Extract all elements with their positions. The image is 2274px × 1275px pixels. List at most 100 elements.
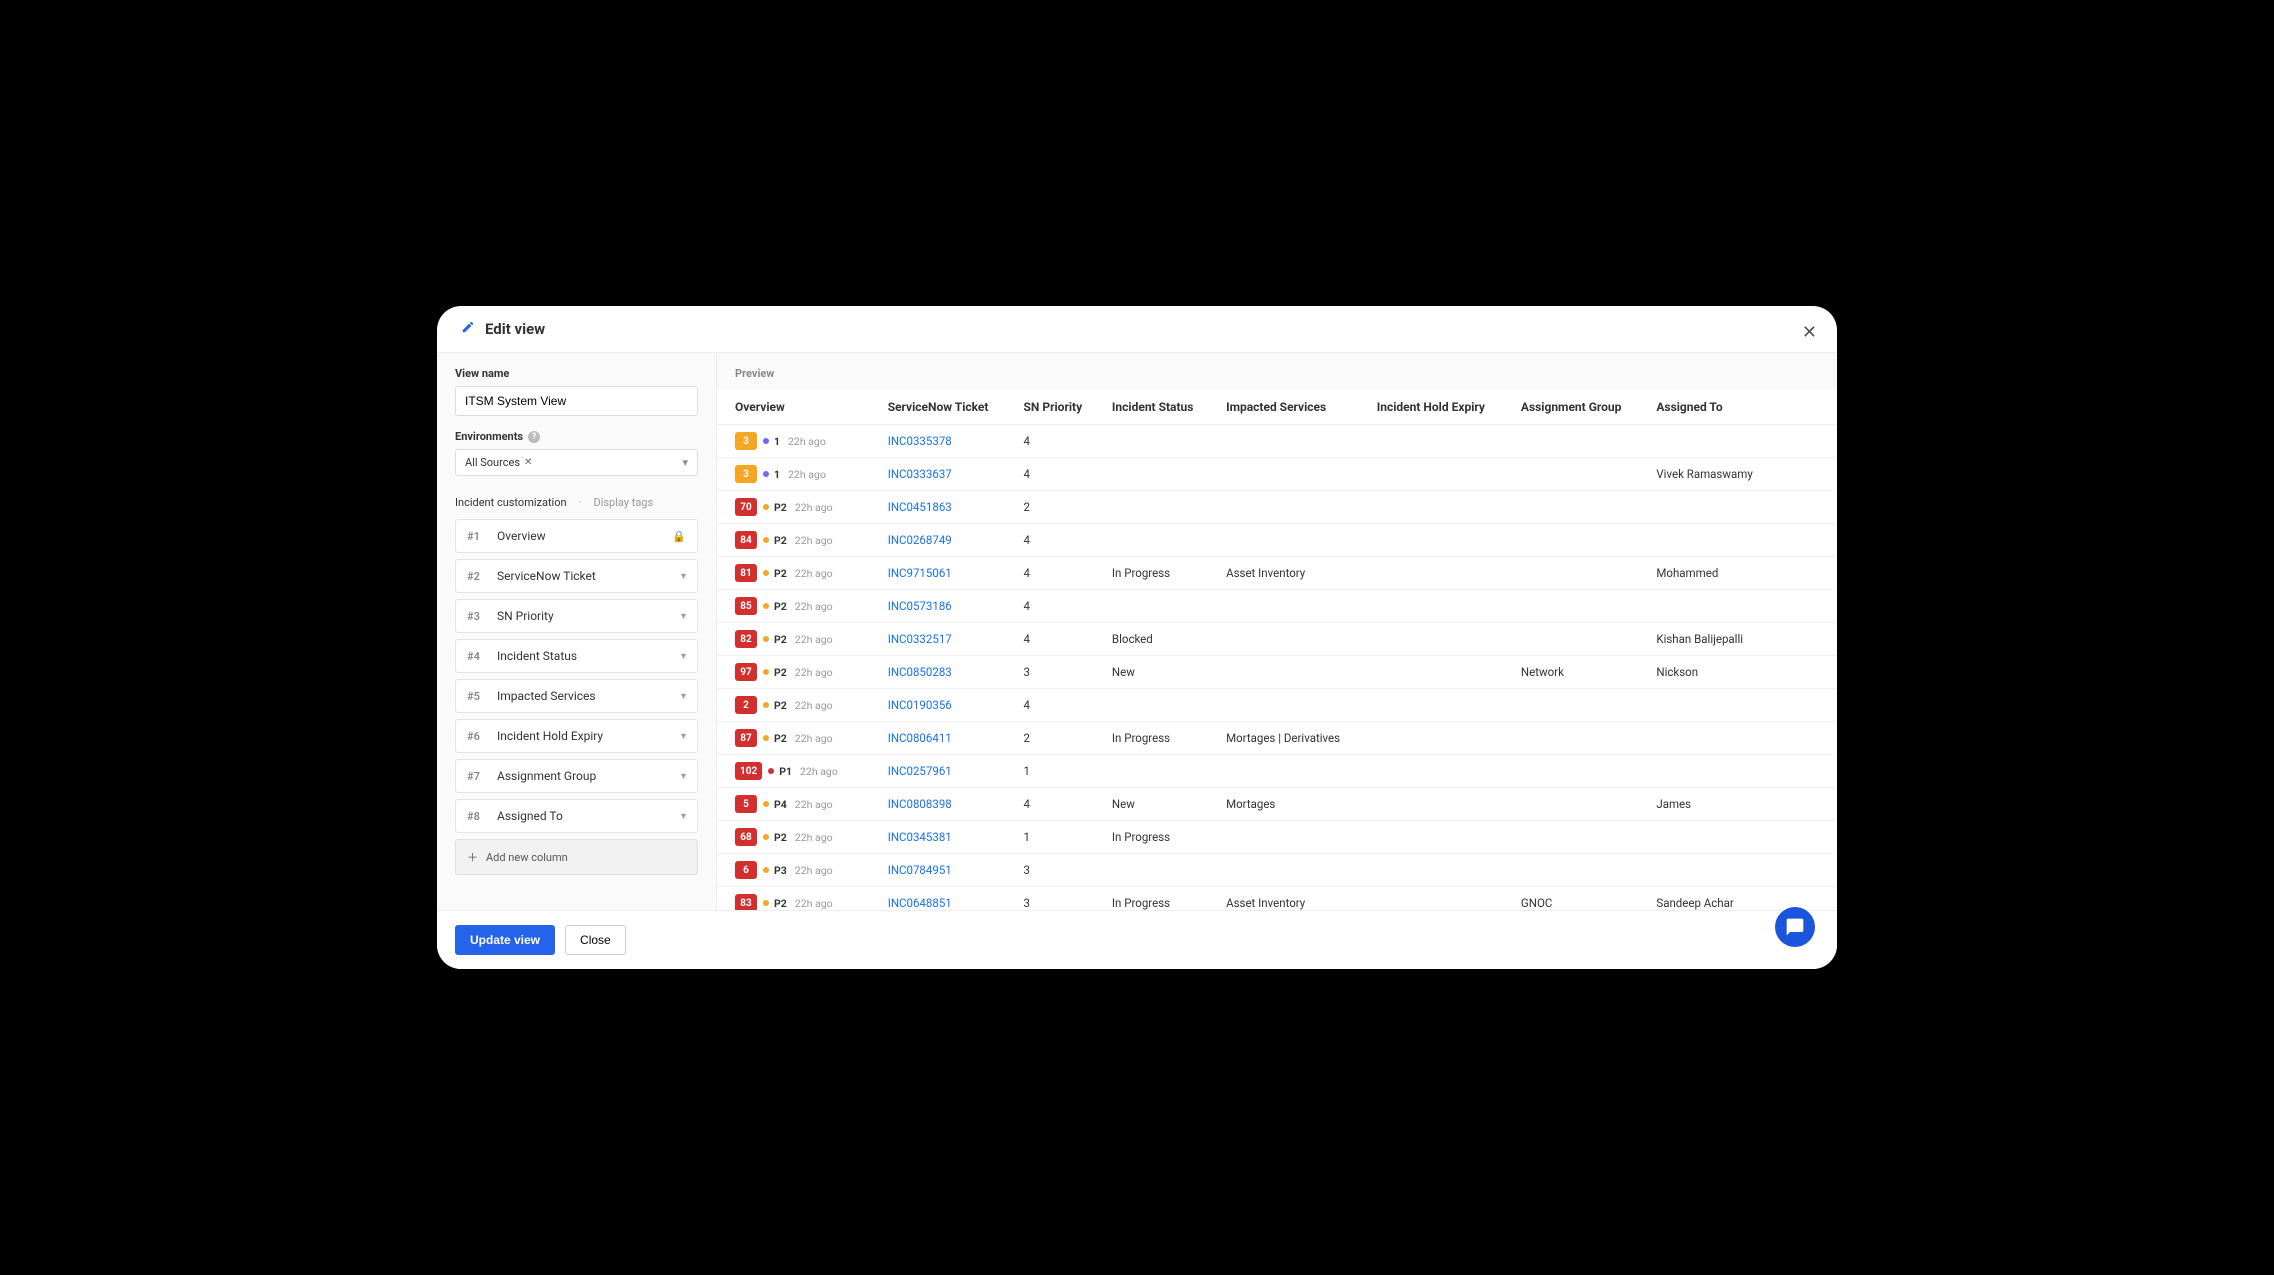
- table-row[interactable]: 70P222h ago INC0451863 2: [717, 491, 1837, 524]
- column-item[interactable]: #3 SN Priority ▾: [455, 599, 698, 633]
- env-chip[interactable]: All Sources✕: [465, 456, 532, 469]
- table-row[interactable]: 2P222h ago INC0190356 4: [717, 689, 1837, 722]
- ticket-link[interactable]: INC0335378: [888, 434, 952, 448]
- ticket-link[interactable]: INC0808398: [888, 797, 952, 811]
- table-row[interactable]: 83P222h ago INC0648851 3 In Progress Ass…: [717, 887, 1837, 911]
- column-item[interactable]: #4 Incident Status ▾: [455, 639, 698, 673]
- ticket-link[interactable]: INC0257961: [888, 764, 952, 778]
- age-text: 22h ago: [795, 534, 833, 547]
- update-view-button[interactable]: Update view: [455, 925, 555, 955]
- table-header[interactable]: ServiceNow Ticket: [878, 390, 1014, 425]
- ticket-link[interactable]: INC0345381: [888, 830, 952, 844]
- table-header[interactable]: Incident Hold Expiry: [1367, 390, 1511, 425]
- sn-priority-cell: 4: [1014, 557, 1102, 590]
- close-icon[interactable]: ✕: [1802, 322, 1817, 343]
- table-row[interactable]: 87P222h ago INC0806411 2 In Progress Mor…: [717, 722, 1837, 755]
- help-icon[interactable]: ?: [528, 431, 540, 443]
- table-row[interactable]: 82P222h ago INC0332517 4 Blocked Kishan …: [717, 623, 1837, 656]
- column-number: #8: [467, 810, 485, 823]
- ticket-link[interactable]: INC0850283: [888, 665, 952, 679]
- chevron-down-icon[interactable]: ▾: [681, 611, 686, 622]
- age-text: 22h ago: [788, 468, 826, 481]
- edit-view-modal: Edit view ✕ View name Environments ? All…: [437, 306, 1837, 969]
- environments-select[interactable]: All Sources✕ ▾: [455, 449, 698, 476]
- ticket-link[interactable]: INC0573186: [888, 599, 952, 613]
- expiry-cell: [1367, 458, 1511, 491]
- ticket-link[interactable]: INC0332517: [888, 632, 952, 646]
- table-row[interactable]: 85P222h ago INC0573186 4: [717, 590, 1837, 623]
- table-row[interactable]: 6P322h ago INC0784951 3: [717, 854, 1837, 887]
- table-header[interactable]: Incident Status: [1102, 390, 1216, 425]
- column-number: #3: [467, 610, 485, 623]
- group-cell: [1511, 854, 1646, 887]
- services-cell: [1216, 524, 1367, 557]
- services-cell: [1216, 854, 1367, 887]
- tab-incident-customization[interactable]: Incident customization: [455, 496, 567, 509]
- sn-priority-cell: 2: [1014, 491, 1102, 524]
- table-row[interactable]: 3122h ago INC0333637 4 Vivek Ramaswamy: [717, 458, 1837, 491]
- column-item[interactable]: #1 Overview 🔒: [455, 519, 698, 553]
- table-header[interactable]: SN Priority: [1014, 390, 1102, 425]
- table-row[interactable]: 84P222h ago INC0268749 4: [717, 524, 1837, 557]
- view-name-input[interactable]: [455, 386, 698, 416]
- sn-priority-cell: 4: [1014, 425, 1102, 458]
- chevron-down-icon[interactable]: ▾: [681, 731, 686, 742]
- column-item[interactable]: #5 Impacted Services ▾: [455, 679, 698, 713]
- sn-priority-cell: 3: [1014, 887, 1102, 911]
- services-cell: [1216, 590, 1367, 623]
- preview-scroll[interactable]: OverviewServiceNow TicketSN PriorityInci…: [717, 390, 1837, 910]
- close-button[interactable]: Close: [565, 925, 626, 955]
- chevron-down-icon[interactable]: ▾: [681, 771, 686, 782]
- plus-icon: ＋: [467, 849, 478, 865]
- sn-priority-cell: 1: [1014, 821, 1102, 854]
- table-header[interactable]: Overview: [717, 390, 878, 425]
- add-column-button[interactable]: ＋ Add new column: [455, 839, 698, 875]
- expiry-cell: [1367, 722, 1511, 755]
- ticket-link[interactable]: INC9715061: [888, 566, 952, 580]
- column-name: Overview: [497, 529, 660, 543]
- ticket-link[interactable]: INC0333637: [888, 467, 952, 481]
- chip-remove-icon[interactable]: ✕: [524, 457, 532, 468]
- table-row[interactable]: 3122h ago INC0335378 4: [717, 425, 1837, 458]
- table-row[interactable]: 97P222h ago INC0850283 3 New Network Nic…: [717, 656, 1837, 689]
- chevron-down-icon[interactable]: ▾: [681, 571, 686, 582]
- age-text: 22h ago: [795, 699, 833, 712]
- assigned-cell: Vivek Ramaswamy: [1646, 458, 1837, 491]
- table-header[interactable]: Impacted Services: [1216, 390, 1367, 425]
- assigned-cell: [1646, 854, 1837, 887]
- priority-indicator: P2: [763, 633, 787, 646]
- table-header[interactable]: Assignment Group: [1511, 390, 1646, 425]
- priority-indicator: 1: [763, 468, 780, 481]
- expiry-cell: [1367, 755, 1511, 788]
- tab-display-tags[interactable]: Display tags: [593, 496, 653, 509]
- expiry-cell: [1367, 491, 1511, 524]
- table-row[interactable]: 5P422h ago INC0808398 4 New Mortages Jam…: [717, 788, 1837, 821]
- table-row[interactable]: 81P222h ago INC9715061 4 In Progress Ass…: [717, 557, 1837, 590]
- chevron-down-icon[interactable]: ▾: [681, 811, 686, 822]
- table-row[interactable]: 102P122h ago INC0257961 1: [717, 755, 1837, 788]
- assigned-cell: James: [1646, 788, 1837, 821]
- table-row[interactable]: 68P222h ago INC0345381 1 In Progress: [717, 821, 1837, 854]
- chevron-down-icon[interactable]: ▾: [681, 691, 686, 702]
- ticket-link[interactable]: INC0648851: [888, 896, 952, 910]
- age-text: 22h ago: [795, 666, 833, 679]
- group-cell: [1511, 755, 1646, 788]
- ticket-link[interactable]: INC0268749: [888, 533, 952, 547]
- sidebar: View name Environments ? All Sources✕ ▾ …: [437, 353, 717, 910]
- table-header[interactable]: Assigned To: [1646, 390, 1837, 425]
- ticket-link[interactable]: INC0190356: [888, 698, 952, 712]
- expiry-cell: [1367, 557, 1511, 590]
- ticket-link[interactable]: INC0806411: [888, 731, 952, 745]
- chevron-down-icon[interactable]: ▾: [681, 651, 686, 662]
- count-badge: 5: [735, 795, 757, 813]
- column-item[interactable]: #2 ServiceNow Ticket ▾: [455, 559, 698, 593]
- column-item[interactable]: #7 Assignment Group ▾: [455, 759, 698, 793]
- ticket-link[interactable]: INC0451863: [888, 500, 952, 514]
- column-item[interactable]: #8 Assigned To ▾: [455, 799, 698, 833]
- column-name: SN Priority: [497, 609, 669, 623]
- column-number: #7: [467, 770, 485, 783]
- column-item[interactable]: #6 Incident Hold Expiry ▾: [455, 719, 698, 753]
- chat-icon[interactable]: [1775, 907, 1815, 947]
- ticket-link[interactable]: INC0784951: [888, 863, 952, 877]
- services-cell: [1216, 458, 1367, 491]
